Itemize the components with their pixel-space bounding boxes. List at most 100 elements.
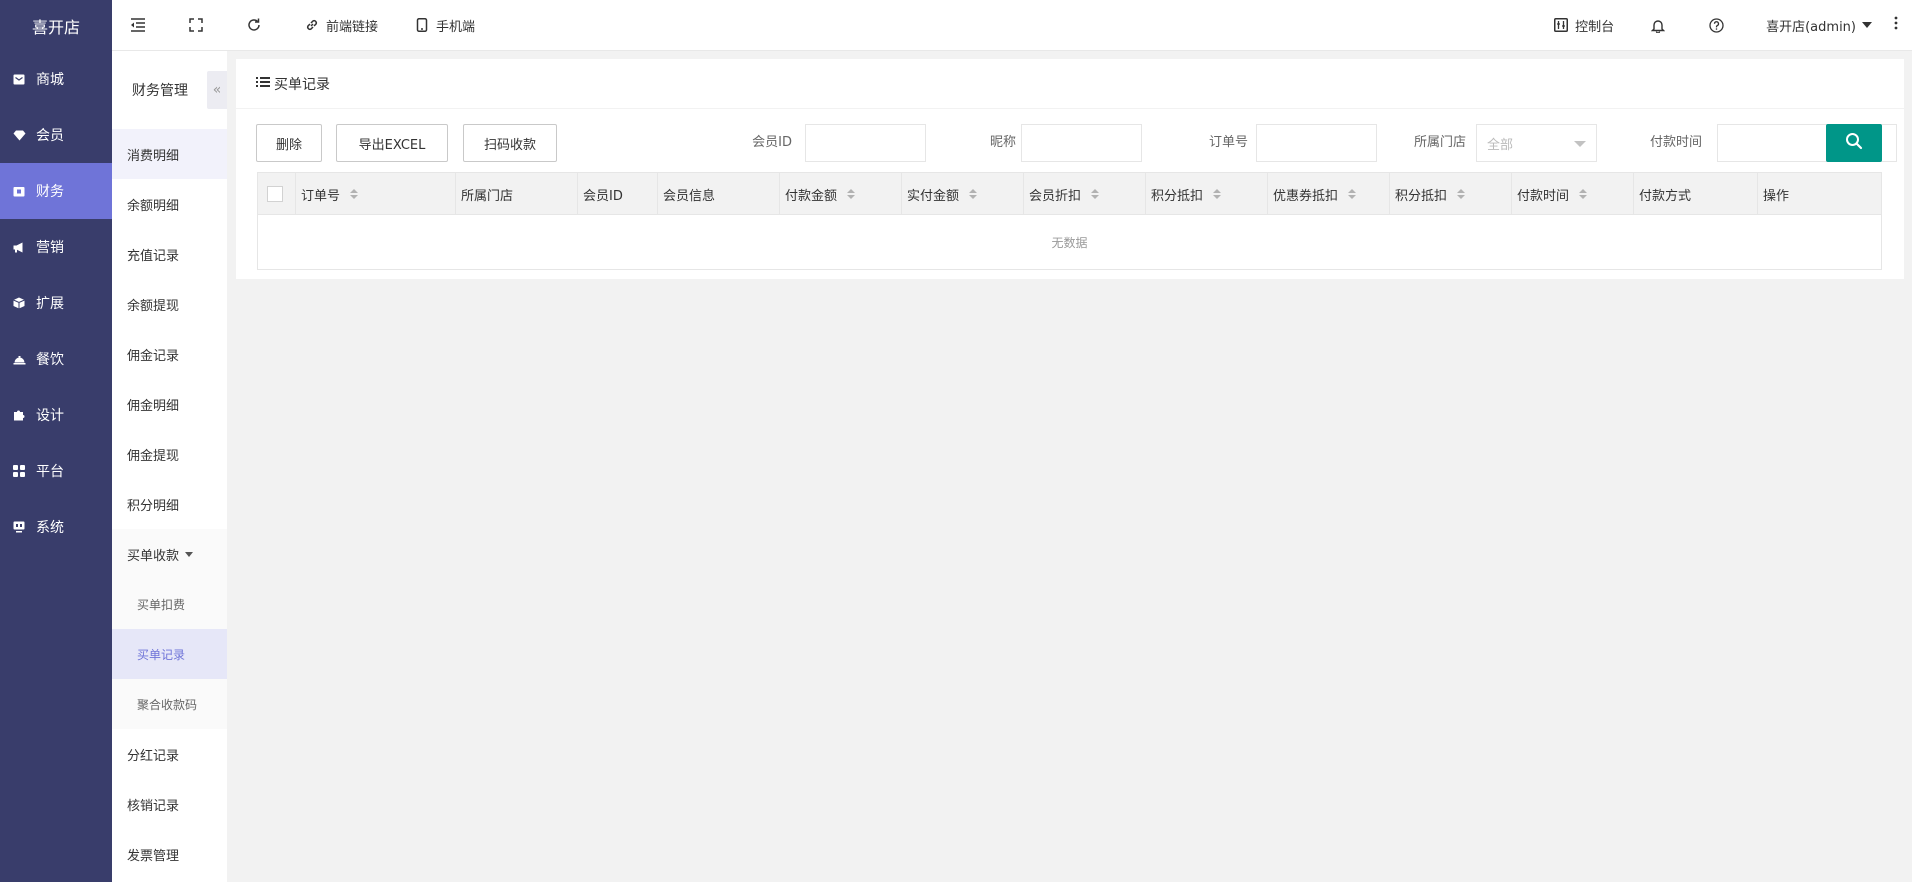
console-icon xyxy=(1553,17,1569,33)
link-icon xyxy=(304,17,320,33)
menu-toggle-button[interactable] xyxy=(112,0,170,51)
phone-icon xyxy=(414,17,430,33)
rail-item-1[interactable]: 会员 xyxy=(0,107,112,163)
column-header-label: 会员ID xyxy=(583,188,623,204)
rail-item-6[interactable]: 设计 xyxy=(0,387,112,443)
select-all-checkbox[interactable] xyxy=(267,186,283,202)
table-header: 订单号 所属门店 会员ID 会员信息 付款金额 实付金额 会员折扣 积分抵扣 优惠券抵扣 积分抵扣… xyxy=(258,173,1881,215)
chevron-down-icon xyxy=(1862,22,1872,28)
search-icon xyxy=(1845,132,1863,154)
rail-item-label: 营销 xyxy=(36,240,64,256)
column-header-label: 所属门店 xyxy=(461,188,514,204)
column-header[interactable]: 实付金额 xyxy=(902,173,1024,215)
card-header: 买单记录 xyxy=(236,59,1904,109)
mobile-label: 手机端 xyxy=(436,19,476,35)
sort-icon[interactable] xyxy=(1213,189,1222,199)
column-header: 会员ID xyxy=(578,173,658,215)
sort-icon[interactable] xyxy=(847,189,856,199)
member-id-input[interactable] xyxy=(805,124,926,162)
search-button[interactable] xyxy=(1826,124,1882,162)
empty-state: 无数据 xyxy=(1051,235,1088,250)
collapse-sidebar-button[interactable]: « xyxy=(207,71,227,109)
sub-sidebar-title: 财务管理 xyxy=(132,83,188,99)
megaphone-icon xyxy=(12,240,26,254)
subnav-item[interactable]: 余额明细 xyxy=(112,179,227,229)
chevron-down-icon xyxy=(1574,141,1586,147)
rail-item-2[interactable]: 财务 xyxy=(0,163,112,219)
brand-logo[interactable]: 喜开店 xyxy=(0,0,112,51)
sort-icon[interactable] xyxy=(969,189,978,199)
refresh-button[interactable] xyxy=(228,0,286,51)
column-header[interactable]: 付款时间 xyxy=(1512,173,1634,215)
subnav-item[interactable]: 佣金提现 xyxy=(112,429,227,479)
pay-time-label: 付款时间 xyxy=(1649,135,1702,150)
frontend-link-label: 前端链接 xyxy=(326,19,379,35)
rail-item-label: 平台 xyxy=(36,464,64,480)
column-header: 会员信息 xyxy=(658,173,780,215)
member-id-label: 会员ID xyxy=(752,135,792,150)
sort-icon[interactable] xyxy=(1348,189,1357,199)
column-header[interactable]: 会员折扣 xyxy=(1024,173,1146,215)
bell-icon xyxy=(1650,17,1666,33)
subnav-child-item[interactable]: 聚合收款码 xyxy=(112,679,227,729)
export-excel-button[interactable]: 导出EXCEL xyxy=(336,124,448,162)
rail-item-5[interactable]: 餐饮 xyxy=(0,331,112,387)
column-header-label: 付款金额 xyxy=(785,188,838,204)
subnav-item[interactable]: 余额提现 xyxy=(112,279,227,329)
grid-icon xyxy=(12,464,26,478)
subnav-item[interactable]: 积分明细 xyxy=(112,479,227,529)
frontend-link-button[interactable]: 前端链接 xyxy=(286,0,396,51)
subnav-child-item[interactable]: 买单扣费 xyxy=(112,579,227,629)
rail-item-label: 扩展 xyxy=(36,296,64,312)
mobile-button[interactable]: 手机端 xyxy=(396,0,493,51)
scan-payment-button[interactable]: 扫码收款 xyxy=(463,124,557,162)
subnav-item[interactable]: 分红记录 xyxy=(112,729,227,779)
rail-item-label: 会员 xyxy=(36,128,64,144)
sub-sidebar: 财务管理 « 消费明细 余额明细 充值记录 余额提现 佣金记录 佣金明细 佣金提现 积分明细买… xyxy=(112,51,227,882)
cloche-icon xyxy=(12,352,26,366)
column-header-label: 付款方式 xyxy=(1639,188,1692,204)
subnav-item[interactable]: 核销记录 xyxy=(112,779,227,829)
rail-item-0[interactable]: 商城 xyxy=(0,51,112,107)
rail-item-4[interactable]: 扩展 xyxy=(0,275,112,331)
column-header-label: 订单号 xyxy=(301,188,341,204)
subnav-item[interactable]: 佣金明细 xyxy=(112,379,227,429)
store-select[interactable]: 全部 xyxy=(1476,124,1597,162)
fullscreen-button[interactable] xyxy=(170,0,228,51)
order-no-input[interactable] xyxy=(1256,124,1377,162)
rail-item-3[interactable]: 营销 xyxy=(0,219,112,275)
column-header[interactable]: 积分抵扣 xyxy=(1390,173,1512,215)
nickname-label: 昵称 xyxy=(989,135,1016,150)
column-header[interactable]: 积分抵扣 xyxy=(1146,173,1268,215)
subnav-item[interactable]: 发票管理 xyxy=(112,829,227,879)
notification-button[interactable] xyxy=(1632,0,1690,51)
subnav-child-item[interactable]: 买单记录 xyxy=(112,629,227,679)
column-header[interactable]: 付款金额 xyxy=(780,173,902,215)
nickname-input[interactable] xyxy=(1021,124,1142,162)
subnav-item[interactable]: 消费明细 xyxy=(112,129,227,179)
store-select-value: 全部 xyxy=(1487,137,1514,153)
delete-button[interactable]: 删除 xyxy=(256,124,322,162)
sort-icon[interactable] xyxy=(1091,189,1100,199)
console-button[interactable]: 控制台 xyxy=(1535,0,1632,51)
sub-sidebar-header: 财务管理 « xyxy=(112,51,227,129)
column-header[interactable]: 优惠券抵扣 xyxy=(1268,173,1390,215)
list-icon xyxy=(256,76,270,92)
subnav-item[interactable]: 充值记录 xyxy=(112,229,227,279)
subnav-item[interactable]: 佣金记录 xyxy=(112,329,227,379)
caret-down-icon xyxy=(185,551,194,557)
mail-icon xyxy=(12,72,26,86)
sort-icon[interactable] xyxy=(350,189,359,199)
sort-icon[interactable] xyxy=(1579,189,1588,199)
rail-item-7[interactable]: 平台 xyxy=(0,443,112,499)
help-button[interactable] xyxy=(1690,0,1748,51)
rail-item-8[interactable]: 系统 xyxy=(0,499,112,555)
column-header[interactable]: 订单号 xyxy=(296,173,456,215)
subnav-group-toggle[interactable]: 买单收款 xyxy=(112,529,227,579)
rail-item-label: 财务 xyxy=(36,184,64,200)
column-header-label: 付款时间 xyxy=(1517,188,1570,204)
more-button[interactable] xyxy=(1884,0,1912,51)
main-card: 买单记录 删除 导出EXCEL 扫码收款 会员ID 昵称 订单号 所属门店 全部… xyxy=(236,59,1904,279)
sort-icon[interactable] xyxy=(1457,189,1466,199)
user-menu[interactable]: 喜开店(admin) xyxy=(1748,0,1884,51)
